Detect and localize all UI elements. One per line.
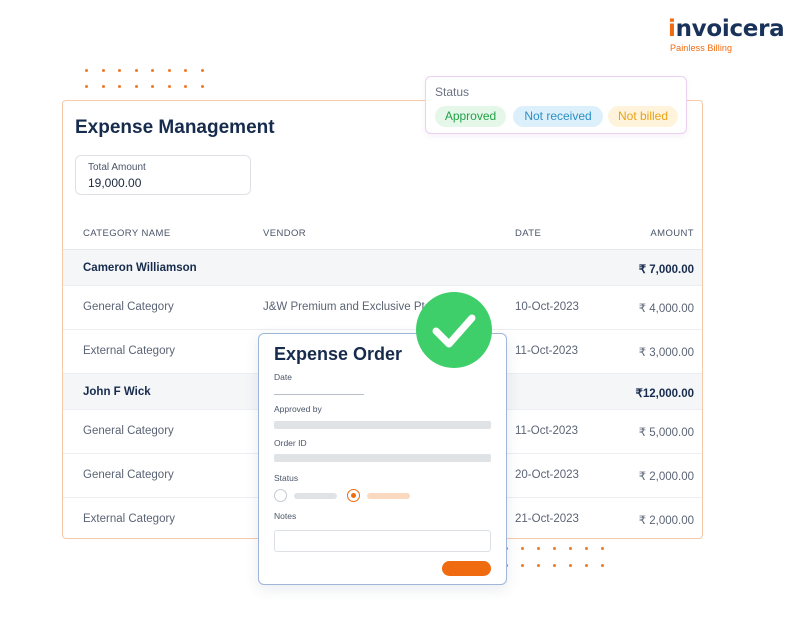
- status-popup: Status Approved Not received Not billed: [425, 76, 687, 134]
- status-option-2-placeholder: [367, 493, 410, 499]
- order-id-field[interactable]: [274, 454, 491, 462]
- amount-cell: ₹ 2,000.00: [638, 515, 694, 527]
- status-badge-not-billed[interactable]: Not billed: [608, 106, 678, 127]
- total-amount-value: 19,000.00: [88, 176, 142, 190]
- approved-by-field[interactable]: [274, 421, 491, 429]
- status-radio-option-1[interactable]: [274, 489, 287, 502]
- invoicera-logo: invoicera Painless Billing: [668, 16, 788, 53]
- status-radio-option-2-selected[interactable]: [347, 489, 360, 502]
- page-title: Expense Management: [75, 117, 275, 138]
- category-cell: General Category: [83, 301, 174, 313]
- decorative-dots-top: [85, 69, 204, 88]
- notes-label: Notes: [274, 511, 297, 521]
- checkmark-glyph: [432, 314, 476, 348]
- expense-order-form: Expense Order Date Approved by Order ID …: [258, 333, 507, 585]
- amount-cell: ₹ 2,000.00: [638, 471, 694, 483]
- order-id-label: Order ID: [274, 438, 307, 448]
- amount-cell: ₹ 3,000.00: [638, 347, 694, 359]
- logo-wordmark: invoicera: [668, 16, 785, 42]
- column-header-category[interactable]: CATEGORY NAME: [83, 228, 171, 239]
- group-row-cameron-williamson[interactable]: Cameron Williamson ₹ 7,000.00: [63, 250, 702, 286]
- group-name: Cameron Williamson: [83, 262, 197, 274]
- status-badge-approved[interactable]: Approved: [435, 106, 506, 127]
- table-row[interactable]: General Category J&W Premium and Exclusi…: [63, 286, 702, 330]
- total-amount-field[interactable]: Total Amount 19,000.00: [75, 155, 251, 195]
- category-cell: General Category: [83, 469, 174, 481]
- logo-tagline: Painless Billing: [670, 43, 733, 53]
- table-header: CATEGORY NAME VENDOR DATE AMOUNT: [63, 216, 702, 250]
- date-cell: 11-Oct-2023: [515, 425, 579, 437]
- status-popup-title: Status: [435, 85, 470, 99]
- status-option-1-placeholder: [294, 493, 337, 499]
- category-cell: External Category: [83, 345, 176, 357]
- date-cell: 11-Oct-2023: [515, 345, 579, 357]
- column-header-date[interactable]: DATE: [515, 228, 541, 239]
- approved-by-label: Approved by: [274, 404, 322, 414]
- amount-cell: ₹ 5,000.00: [638, 427, 694, 439]
- group-name: John F Wick: [83, 386, 151, 398]
- status-badge-not-received[interactable]: Not received: [513, 106, 603, 127]
- submit-button[interactable]: [442, 561, 491, 576]
- status-field-label: Status: [274, 473, 299, 483]
- date-cell: 10-Oct-2023: [515, 301, 579, 313]
- date-field[interactable]: [274, 394, 364, 395]
- decorative-dots-bottom: [505, 547, 604, 567]
- checkmark-icon: [416, 292, 492, 368]
- expense-order-title: Expense Order: [274, 344, 403, 364]
- category-cell: External Category: [83, 513, 176, 525]
- group-total: ₹12,000.00: [635, 388, 694, 400]
- column-header-amount[interactable]: AMOUNT: [650, 228, 694, 239]
- amount-cell: ₹ 4,000.00: [638, 303, 694, 315]
- total-amount-label: Total Amount: [88, 162, 146, 173]
- group-total: ₹ 7,000.00: [638, 264, 694, 276]
- date-field-label: Date: [274, 372, 292, 382]
- notes-input[interactable]: [274, 530, 491, 552]
- date-cell: 21-Oct-2023: [515, 513, 579, 525]
- date-cell: 20-Oct-2023: [515, 469, 579, 481]
- category-cell: General Category: [83, 425, 174, 437]
- column-header-vendor[interactable]: VENDOR: [263, 228, 306, 239]
- vendor-cell: J&W Premium and Exclusive Pte: [263, 301, 432, 313]
